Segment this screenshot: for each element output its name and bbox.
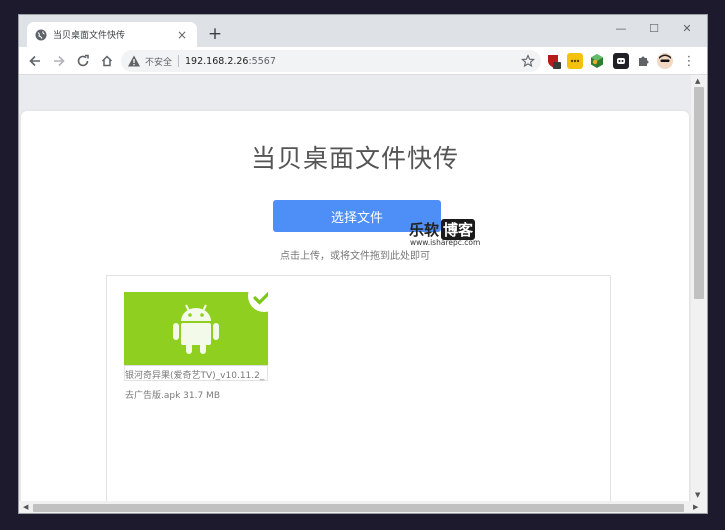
- ghost-extension-icon[interactable]: [613, 53, 629, 69]
- page-title: 当贝桌面文件快传: [250, 144, 459, 173]
- avatar[interactable]: [657, 53, 673, 69]
- close-window-button[interactable]: ✕: [672, 19, 702, 39]
- upload-card: 当贝桌面文件快传 选择文件 乐软 博客 www.isharepc.com 点击上传…: [21, 111, 689, 501]
- maximize-button[interactable]: ☐: [639, 19, 669, 39]
- vertical-scroll-thumb[interactable]: [694, 87, 704, 299]
- file-name: 银河奇异果(爱奇艺TV)_v10.11.2_去广告版.apk 31.7 MB: [125, 365, 267, 406]
- upload-hint: 点击上传，或将文件拖到此处即可: [280, 251, 430, 262]
- reload-icon[interactable]: [73, 51, 93, 71]
- arrow-right-icon[interactable]: [49, 51, 69, 71]
- home-icon[interactable]: [97, 51, 117, 71]
- horizontal-scroll-thumb[interactable]: [33, 504, 684, 512]
- drop-zone[interactable]: 银河奇异果(爱奇艺TV)_v10.11.2_去广告版.apk 31.7 MB: [106, 275, 611, 501]
- scroll-down-icon[interactable]: ▼: [695, 491, 700, 499]
- scroll-right-icon[interactable]: ▶: [693, 503, 698, 511]
- browser-tab[interactable]: 当贝桌面文件快传 ×: [27, 22, 197, 47]
- tab-strip: 当贝桌面文件快传 × + — ☐ ✕: [19, 15, 707, 47]
- warning-triangle-icon[interactable]: [127, 54, 141, 68]
- arrow-left-icon[interactable]: [25, 51, 45, 71]
- new-tab-button[interactable]: +: [205, 24, 225, 44]
- browser-menu-button[interactable]: ⋮: [681, 53, 697, 69]
- notes-extension-icon[interactable]: [567, 53, 583, 69]
- url-text[interactable]: 192.168.2.26:5567: [185, 56, 521, 67]
- url-port: :5567: [248, 55, 276, 67]
- shield-extension-icon[interactable]: [545, 53, 561, 69]
- watermark-logo: 乐软 博客 www.isharepc.com: [409, 219, 489, 249]
- address-bar[interactable]: 不安全 192.168.2.26:5567: [121, 50, 541, 72]
- browser-toolbar: 不安全 192.168.2.26:5567 ⋮: [19, 47, 707, 75]
- watermark-brand: 乐软 博客: [409, 219, 476, 240]
- star-icon[interactable]: [521, 54, 535, 68]
- tab-close-icon[interactable]: ×: [175, 28, 189, 42]
- scroll-left-icon[interactable]: ◀: [23, 503, 28, 511]
- minimize-button[interactable]: —: [606, 19, 636, 39]
- cube-extension-icon[interactable]: [589, 53, 605, 69]
- android-icon: [173, 304, 219, 354]
- security-label: 不安全: [145, 57, 173, 68]
- browser-window: 当贝桌面文件快传 × + — ☐ ✕ 不安全 192.168.2.26:5567: [18, 14, 708, 514]
- url-host: 192.168.2.26: [185, 55, 249, 67]
- omnibox-divider: [178, 55, 180, 67]
- horizontal-scrollbar[interactable]: ◀ ▶: [19, 501, 707, 513]
- check-icon: [253, 292, 268, 305]
- upload-status-badge: [248, 292, 268, 312]
- tab-title: 当贝桌面文件快传: [53, 31, 126, 41]
- file-item[interactable]: 银河奇异果(爱奇艺TV)_v10.11.2_去广告版.apk 31.7 MB: [124, 292, 268, 501]
- page-viewport: 当贝桌面文件快传 选择文件 乐软 博客 www.isharepc.com 点击上传…: [19, 75, 691, 501]
- vertical-scrollbar[interactable]: ▲ ▼: [691, 75, 707, 501]
- scroll-up-icon[interactable]: ▲: [695, 77, 700, 85]
- puzzle-icon[interactable]: [635, 53, 651, 69]
- file-thumbnail: [124, 292, 268, 365]
- globe-icon: [35, 29, 47, 41]
- watermark-url: www.isharepc.com: [410, 238, 481, 247]
